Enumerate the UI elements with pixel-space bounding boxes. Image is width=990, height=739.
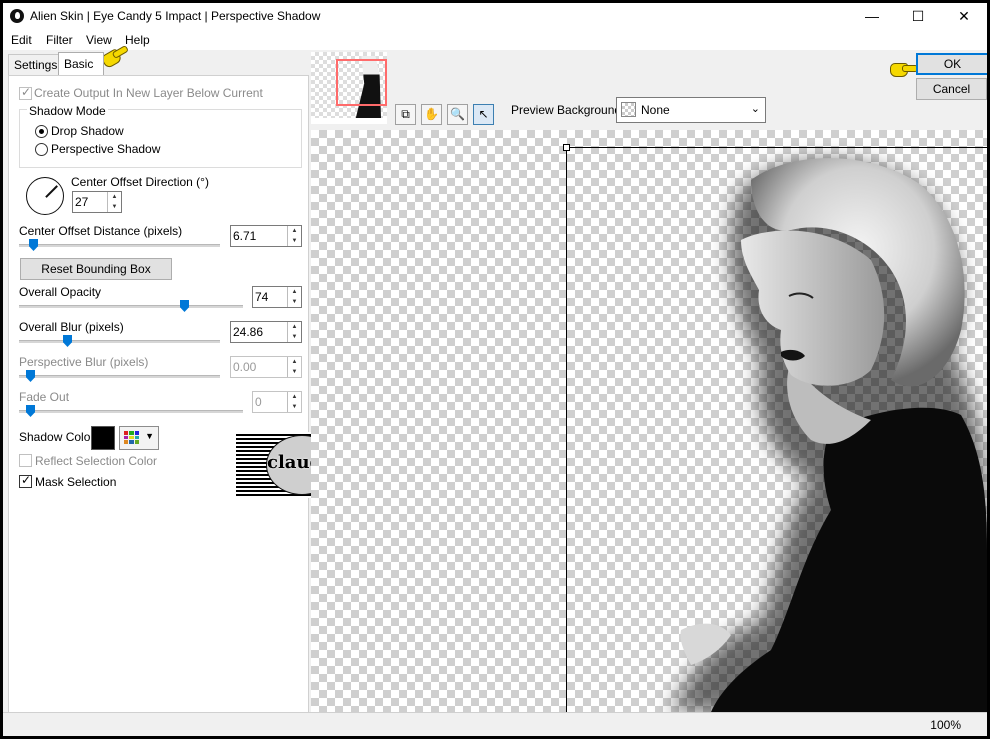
preview-background-select[interactable]: None ⌄ <box>616 97 766 123</box>
preview-image <box>671 158 987 712</box>
perspective-blur-label: Perspective Blur (pixels) <box>19 355 149 369</box>
menu-bar: Edit Filter View Help <box>3 30 987 50</box>
overall-blur-value: 24.86 <box>233 325 264 339</box>
reflect-selection-color-checkbox <box>19 454 32 467</box>
overall-blur-slider[interactable] <box>63 335 72 347</box>
mask-selection-checkbox[interactable]: ✓ <box>19 473 32 488</box>
perspective-blur-slider <box>26 370 35 382</box>
center-offset-direction-value: 27 <box>75 195 89 209</box>
spin-arrows[interactable]: ▲ ▼ <box>287 322 301 342</box>
checkmark-icon: ✓ <box>21 85 32 99</box>
center-offset-distance-value: 6.71 <box>233 229 257 243</box>
perspective-blur-track <box>19 375 220 378</box>
navigator-thumbnail[interactable] <box>311 52 387 124</box>
status-bar: 100% <box>3 712 987 736</box>
fade-out-value: 0 <box>255 395 262 409</box>
preview-canvas[interactable] <box>311 130 987 712</box>
spin-arrows[interactable]: ▲ ▼ <box>287 287 301 307</box>
checkmark-icon: ✓ <box>21 473 32 487</box>
title-bar: Alien Skin | Eye Candy 5 Impact | Perspe… <box>3 3 987 30</box>
center-offset-distance-label: Center Offset Distance (pixels) <box>19 224 183 238</box>
mask-selection-label: Mask Selection <box>35 475 117 489</box>
center-offset-distance-track[interactable] <box>19 244 220 247</box>
perspective-blur-value: 0.00 <box>233 360 257 374</box>
shadow-color-swatch[interactable] <box>91 426 115 450</box>
chevron-down-icon: ▼ <box>145 431 154 441</box>
reflect-selection-color-label: Reflect Selection Color <box>35 454 158 468</box>
drop-shadow-radio[interactable] <box>35 125 48 138</box>
cancel-button[interactable]: Cancel <box>916 78 987 100</box>
overall-opacity-slider[interactable] <box>180 300 189 312</box>
bounding-box-handle[interactable] <box>563 144 570 151</box>
center-offset-direction-input[interactable]: 27 ▲ ▼ <box>72 191 122 213</box>
spin-arrows: ▲ ▼ <box>287 392 301 412</box>
reset-bounding-box-button[interactable]: Reset Bounding Box <box>20 258 172 280</box>
perspective-shadow-radio[interactable] <box>35 143 48 156</box>
minimize-button[interactable]: — <box>849 3 895 30</box>
ok-button[interactable]: OK <box>916 53 987 75</box>
overall-opacity-input[interactable]: 74 ▲ ▼ <box>252 286 302 308</box>
menu-help[interactable]: Help <box>125 33 150 47</box>
overall-blur-label: Overall Blur (pixels) <box>19 320 124 334</box>
direction-dial[interactable] <box>26 177 64 215</box>
zoom-tool-icon[interactable]: 🔍 <box>447 104 468 125</box>
palette-grid-icon <box>124 431 139 444</box>
chevron-down-icon: ⌄ <box>750 103 760 115</box>
preview-background-value: None <box>641 103 670 117</box>
overall-opacity-label: Overall Opacity <box>19 285 102 299</box>
tab-settings[interactable]: Settings <box>8 54 62 75</box>
hand-tool-icon[interactable]: ✋ <box>421 104 442 125</box>
center-offset-direction-label: Center Offset Direction (°) <box>71 175 209 189</box>
basic-settings-panel: ✓ Create Output In New Layer Below Curre… <box>8 75 309 731</box>
bounding-box-top-edge[interactable] <box>566 147 987 148</box>
spin-arrows[interactable]: ▲ ▼ <box>107 192 121 212</box>
spin-arrows: ▲ ▼ <box>287 357 301 377</box>
fade-out-slider <box>26 405 35 417</box>
perspective-blur-input: 0.00 ▲ ▼ <box>230 356 302 378</box>
fade-out-input: 0 ▲ ▼ <box>252 391 302 413</box>
bounding-box-left-edge[interactable] <box>566 147 567 712</box>
alien-skin-app-icon <box>10 9 24 23</box>
overall-opacity-track[interactable] <box>19 305 243 308</box>
create-output-checkbox[interactable]: ✓ <box>19 85 32 100</box>
create-output-label: Create Output In New Layer Below Current <box>34 86 263 100</box>
tab-basic[interactable]: Basic <box>58 52 104 76</box>
overall-blur-input[interactable]: 24.86 ▲ ▼ <box>230 321 302 343</box>
eye-candy-window: Alien Skin | Eye Candy 5 Impact | Perspe… <box>3 3 987 736</box>
window-title: Alien Skin | Eye Candy 5 Impact | Perspe… <box>30 9 321 23</box>
drop-shadow-label: Drop Shadow <box>51 124 124 138</box>
close-button[interactable]: ✕ <box>941 3 987 30</box>
pointing-hand-icon <box>890 60 918 77</box>
spin-arrows[interactable]: ▲ ▼ <box>287 226 301 246</box>
preview-background-label: Preview Background: <box>511 103 625 117</box>
select-tool-icon[interactable]: ↖ <box>473 104 494 125</box>
dial-needle <box>45 185 58 198</box>
radio-selected-dot <box>39 129 44 134</box>
menu-view[interactable]: View <box>86 33 112 47</box>
center-offset-distance-input[interactable]: 6.71 ▲ ▼ <box>230 225 302 247</box>
maximize-button[interactable]: ☐ <box>895 3 941 30</box>
shadow-mode-title: Shadow Mode <box>27 104 108 118</box>
menu-filter[interactable]: Filter <box>46 33 73 47</box>
menu-edit[interactable]: Edit <box>11 33 32 47</box>
overall-blur-track[interactable] <box>19 340 220 343</box>
fade-out-label: Fade Out <box>19 390 70 404</box>
dress-silhouette <box>711 407 987 712</box>
zoom-level: 100% <box>930 718 961 732</box>
overall-opacity-value: 74 <box>255 290 269 304</box>
transparent-swatch-icon <box>621 102 636 117</box>
perspective-shadow-label: Perspective Shadow <box>51 142 161 156</box>
center-offset-distance-slider[interactable] <box>29 239 38 251</box>
shadow-color-label: Shadow Color <box>19 430 95 444</box>
color-palette-button[interactable]: ▼ <box>119 426 159 450</box>
preview-toggle-icon[interactable]: ⧉ <box>395 104 416 125</box>
fade-out-track <box>19 410 243 413</box>
thumbnail-view-frame[interactable] <box>336 59 387 106</box>
